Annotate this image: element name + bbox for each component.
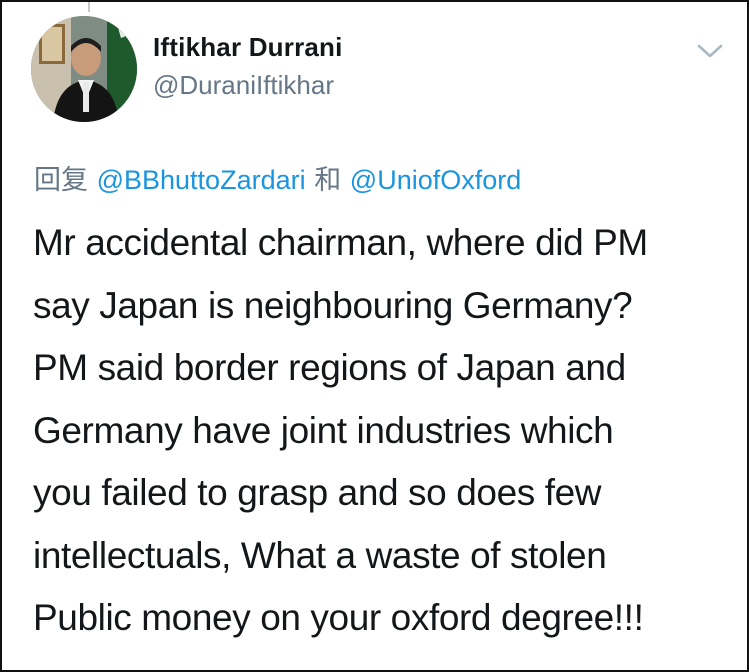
reply-conjunction: 和 [314,165,342,196]
author-handle[interactable]: @DuraniIftikhar [153,70,334,101]
mention-bbhuttozardari[interactable]: @BBhuttoZardari [97,165,306,195]
author-name[interactable]: Iftikhar Durrani [153,32,343,63]
tweet-card: Iftikhar Durrani @DuraniIftikhar 回复 @BBh… [0,0,749,672]
chevron-down-icon[interactable] [695,40,725,62]
tweet-line: Mr accidental chairman, where did PM [33,222,648,263]
divider-tick [88,2,90,12]
avatar[interactable] [31,16,137,122]
tweet-line: say Japan is neighbouring Germany? [33,284,633,326]
tweet-line: you failed to grasp and so does few [33,472,602,513]
reply-prefix: 回复 [34,165,88,196]
tweet-line: intellectuals, What a waste of stolen [33,534,607,576]
tweet-line: PM said border regions of Japan and [33,347,626,388]
reply-context: 回复 @BBhuttoZardari 和 @UniofOxford [34,158,521,197]
tweet-line: Germany have joint industries which [33,409,614,451]
tweet-body: Mr accidental chairman, where did PM say… [33,212,733,650]
mention-uniofoxford[interactable]: @UniofOxford [350,165,521,195]
tweet-line: Public money on your oxford degree!!! [33,597,644,638]
avatar-photo [31,16,137,122]
